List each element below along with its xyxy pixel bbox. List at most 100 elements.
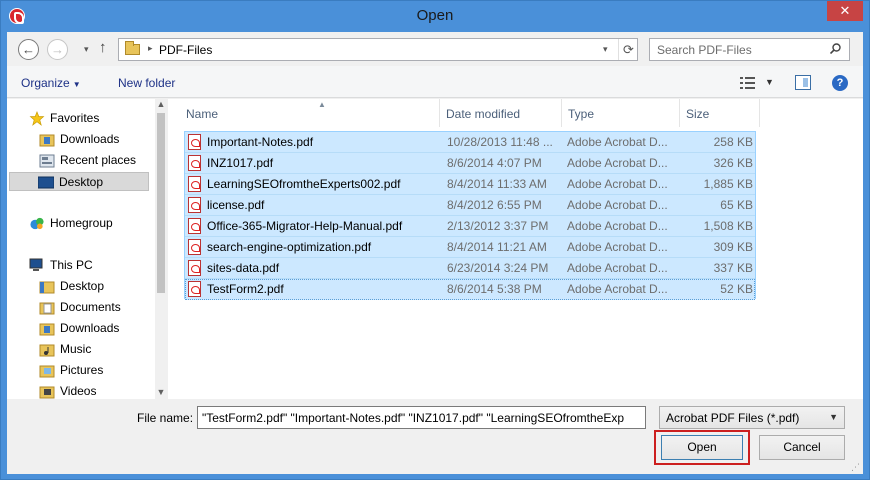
chevron-down-icon: ▼ <box>72 80 81 89</box>
sidebar-item-label: Downloads <box>60 132 120 146</box>
file-size: 52 KB <box>720 282 753 296</box>
column-header-size[interactable]: Size <box>680 99 760 127</box>
sidebar-item-pc-desktop[interactable]: Desktop <box>37 277 152 296</box>
table-row[interactable]: LearningSEOfromtheExperts002.pdf 8/4/201… <box>185 174 755 195</box>
sidebar-item-label: Downloads <box>60 321 120 335</box>
open-button[interactable]: Open <box>661 435 743 460</box>
organize-menu[interactable]: Organize ▼ <box>21 76 81 90</box>
column-header-type[interactable]: Type <box>562 99 680 127</box>
selected-files: Important-Notes.pdf 10/28/2013 11:48 ...… <box>184 131 756 300</box>
pdf-icon <box>188 155 201 171</box>
sidebar-item-documents[interactable]: Documents <box>37 298 152 317</box>
pdf-icon <box>188 134 201 150</box>
back-button[interactable]: ← <box>18 39 39 60</box>
command-bar: Organize ▼ New folder ▼ ? <box>7 66 863 98</box>
chevron-down-icon: ▼ <box>829 412 838 422</box>
table-row[interactable]: license.pdf 8/4/2012 6:55 PM Adobe Acrob… <box>185 195 755 216</box>
file-name-label: File name: <box>137 411 194 425</box>
file-name: INZ1017.pdf <box>207 156 274 170</box>
search-input[interactable]: Search PDF-Files <box>649 38 850 61</box>
pdf-icon <box>188 197 201 213</box>
downloads-folder-icon <box>39 134 55 147</box>
file-date: 10/28/2013 11:48 ... <box>447 135 553 149</box>
folder-icon <box>39 302 55 315</box>
sidebar-item-this-pc[interactable]: This PC <box>27 256 147 275</box>
forward-button[interactable]: → <box>47 39 68 60</box>
file-date: 8/6/2014 5:38 PM <box>447 282 542 296</box>
organize-label: Organize <box>21 76 70 90</box>
file-size: 1,885 KB <box>703 177 753 191</box>
scroll-down-icon[interactable]: ▼ <box>156 387 166 397</box>
column-header-date[interactable]: Date modified <box>440 99 562 127</box>
title-bar[interactable]: Open ✕ <box>1 1 869 32</box>
table-row[interactable]: INZ1017.pdf 8/6/2014 4:07 PM Adobe Acrob… <box>185 153 755 174</box>
cancel-button[interactable]: Cancel <box>759 435 845 460</box>
file-type: Adobe Acrobat D... <box>567 282 668 296</box>
sidebar-item-videos[interactable]: Videos <box>37 382 152 401</box>
sidebar-item-recent-places[interactable]: Recent places <box>37 151 152 170</box>
sidebar-item-pictures[interactable]: Pictures <box>37 361 152 380</box>
star-icon <box>29 111 45 126</box>
chevron-right-icon[interactable]: ▸ <box>148 43 153 54</box>
preview-pane-icon[interactable] <box>795 75 811 90</box>
column-header-name[interactable]: Name ▲ <box>180 99 440 127</box>
up-button[interactable]: ↑ <box>99 39 107 56</box>
scrollbar-thumb[interactable] <box>157 113 165 293</box>
file-type: Adobe Acrobat D... <box>567 156 668 170</box>
table-row[interactable]: TestForm2.pdf 8/6/2014 5:38 PM Adobe Acr… <box>185 279 755 300</box>
file-type-select[interactable]: Acrobat PDF Files (*.pdf) ▼ <box>659 406 845 429</box>
chevron-down-icon[interactable]: ▼ <box>765 77 774 87</box>
column-header-label: Type <box>568 107 595 121</box>
help-icon[interactable]: ? <box>832 75 848 91</box>
sidebar-item-favorites[interactable]: Favorites <box>27 109 147 128</box>
table-row[interactable]: search-engine-optimization.pdf 8/4/2014 … <box>185 237 755 258</box>
file-size: 65 KB <box>720 198 753 212</box>
search-icon[interactable] <box>830 43 841 54</box>
refresh-button[interactable]: ⟳ <box>618 39 638 60</box>
file-type: Adobe Acrobat D... <box>567 240 668 254</box>
table-row[interactable]: Office-365-Migrator-Help-Manual.pdf 2/13… <box>185 216 755 237</box>
file-list: Name ▲ Date modified Type Size Important… <box>168 99 863 399</box>
open-dialog: Open ✕ ← → ▾ ↑ ▸ PDF-Files ▾ ⟳ Search PD… <box>0 0 870 480</box>
sidebar-item-label: Favorites <box>50 111 100 125</box>
view-options-icon[interactable] <box>740 76 756 90</box>
file-type: Adobe Acrobat D... <box>567 219 668 233</box>
file-size: 309 KB <box>713 240 753 254</box>
file-name-field[interactable]: "TestForm2.pdf" "Important-Notes.pdf" "I… <box>197 406 646 429</box>
breadcrumb[interactable]: PDF-Files <box>159 43 212 57</box>
recent-locations-dropdown-icon[interactable]: ▾ <box>84 44 89 55</box>
sidebar-item-desktop[interactable]: Desktop <box>9 172 149 191</box>
chevron-down-icon[interactable]: ▾ <box>603 44 608 55</box>
column-header-label: Name <box>186 107 219 121</box>
address-bar[interactable]: ▸ PDF-Files ▾ ⟳ <box>118 38 638 61</box>
resize-grip-icon[interactable]: ⋰ <box>851 462 860 473</box>
table-row[interactable]: sites-data.pdf 6/23/2014 3:24 PM Adobe A… <box>185 258 755 279</box>
scroll-up-icon[interactable]: ▲ <box>156 99 166 109</box>
file-type: Adobe Acrobat D... <box>567 135 668 149</box>
sidebar-item-music[interactable]: Music <box>37 340 152 359</box>
sidebar-item-label: This PC <box>50 258 93 272</box>
sidebar-item-pc-downloads[interactable]: Downloads <box>37 319 152 338</box>
file-date: 8/4/2014 11:33 AM <box>447 177 547 191</box>
file-date: 8/4/2012 6:55 PM <box>447 198 542 212</box>
sidebar-item-label: Desktop <box>60 279 105 293</box>
folder-icon <box>39 344 55 357</box>
folder-icon <box>39 365 55 378</box>
close-button[interactable]: ✕ <box>827 1 863 21</box>
file-date: 8/6/2014 4:07 PM <box>447 156 542 170</box>
sidebar-item-homegroup[interactable]: Homegroup <box>27 214 147 233</box>
pc-icon <box>29 258 43 271</box>
navigation-pane: Favorites Downloads Recent places Deskto… <box>7 99 167 399</box>
navigation-scrollbar[interactable]: ▲ ▼ <box>155 99 167 399</box>
file-type-value: Acrobat PDF Files (*.pdf) <box>666 411 800 425</box>
file-name: sites-data.pdf <box>207 261 280 275</box>
table-row[interactable]: Important-Notes.pdf 10/28/2013 11:48 ...… <box>185 132 755 153</box>
file-size: 1,508 KB <box>703 219 753 233</box>
file-type: Adobe Acrobat D... <box>567 177 668 191</box>
pdf-icon <box>188 176 201 192</box>
navigation-bar: ← → ▾ ↑ ▸ PDF-Files ▾ ⟳ Search PDF-Files <box>7 32 863 66</box>
sidebar-item-label: Homegroup <box>50 216 113 230</box>
new-folder-button[interactable]: New folder <box>118 76 175 90</box>
sidebar-item-downloads[interactable]: Downloads <box>37 130 152 149</box>
file-date: 6/23/2014 3:24 PM <box>447 261 549 275</box>
